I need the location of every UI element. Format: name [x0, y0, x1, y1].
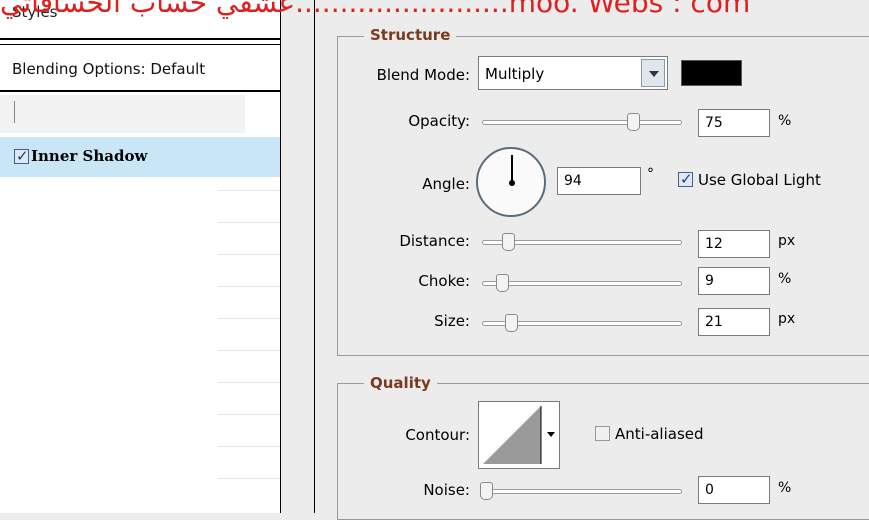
anti-aliased-checkbox[interactable] — [595, 426, 610, 441]
angle-label: Angle: — [422, 175, 470, 193]
choke-slider-thumb[interactable] — [496, 274, 509, 292]
choke-input[interactable]: 9 — [698, 267, 770, 295]
size-slider[interactable] — [482, 314, 682, 332]
style-list-item[interactable] — [0, 95, 245, 133]
size-slider-thumb[interactable] — [505, 314, 518, 332]
divider — [218, 318, 280, 319]
distance-slider[interactable] — [482, 233, 682, 251]
style-list-item-inner-shadow[interactable]: Inner Shadow — [0, 137, 280, 177]
styles-panel: Styles Blending Options: Default Inner S… — [0, 0, 280, 513]
blending-options-item[interactable]: Blending Options: Default — [12, 60, 205, 78]
quality-group — [337, 383, 869, 520]
divider — [218, 254, 280, 255]
distance-input[interactable]: 12 — [698, 230, 770, 258]
shadow-color-swatch[interactable] — [681, 60, 742, 86]
use-global-light-label: Use Global Light — [698, 171, 821, 189]
choke-label: Choke: — [418, 272, 470, 290]
panel-separator — [314, 0, 315, 513]
structure-group-title: Structure — [364, 26, 457, 44]
watermark-text: عشقي حساب الحسافاتي.....................… — [0, 0, 751, 19]
inner-shadow-label: Inner Shadow — [31, 147, 148, 165]
choke-slider[interactable] — [482, 274, 682, 292]
angle-unit: ° — [647, 166, 654, 182]
angle-center — [509, 180, 515, 186]
angle-input[interactable]: 94 — [557, 167, 641, 195]
size-unit: px — [778, 311, 796, 327]
inner-shadow-checkbox[interactable] — [14, 147, 29, 165]
opacity-unit: % — [778, 113, 792, 129]
choke-unit: % — [778, 271, 792, 287]
divider — [218, 446, 280, 447]
panel-separator — [280, 0, 281, 513]
blend-mode-select[interactable]: Multiply — [478, 56, 668, 90]
use-global-light-checkbox[interactable] — [678, 170, 693, 188]
divider — [218, 350, 280, 351]
size-label: Size: — [434, 312, 470, 330]
anti-aliased-label: Anti-aliased — [615, 425, 704, 443]
blend-mode-value: Multiply — [485, 65, 545, 83]
divider — [218, 286, 280, 287]
noise-unit: % — [778, 480, 792, 496]
style-list-marker — [14, 101, 15, 123]
contour-dropdown-button[interactable] — [544, 401, 560, 469]
angle-dial[interactable] — [476, 147, 546, 217]
contour-label: Contour: — [405, 426, 470, 444]
opacity-input[interactable]: 75 — [698, 109, 770, 137]
opacity-slider[interactable] — [482, 113, 682, 131]
divider — [0, 38, 280, 40]
quality-group-title: Quality — [364, 374, 437, 392]
divider — [218, 382, 280, 383]
chevron-down-icon[interactable] — [641, 59, 665, 87]
size-input[interactable]: 21 — [698, 308, 770, 336]
noise-label: Noise: — [423, 481, 470, 499]
divider — [0, 44, 280, 45]
divider — [0, 90, 280, 92]
noise-slider-thumb[interactable] — [480, 482, 493, 500]
distance-slider-thumb[interactable] — [502, 233, 515, 251]
divider — [218, 222, 280, 223]
distance-label: Distance: — [399, 232, 470, 250]
distance-unit: px — [778, 233, 796, 249]
opacity-slider-thumb[interactable] — [627, 113, 640, 131]
noise-input[interactable]: 0 — [698, 476, 770, 504]
divider — [218, 478, 280, 479]
divider — [218, 190, 280, 191]
opacity-label: Opacity: — [408, 112, 470, 130]
noise-slider[interactable] — [480, 482, 682, 500]
blend-mode-label: Blend Mode: — [376, 66, 470, 84]
divider — [218, 414, 280, 415]
